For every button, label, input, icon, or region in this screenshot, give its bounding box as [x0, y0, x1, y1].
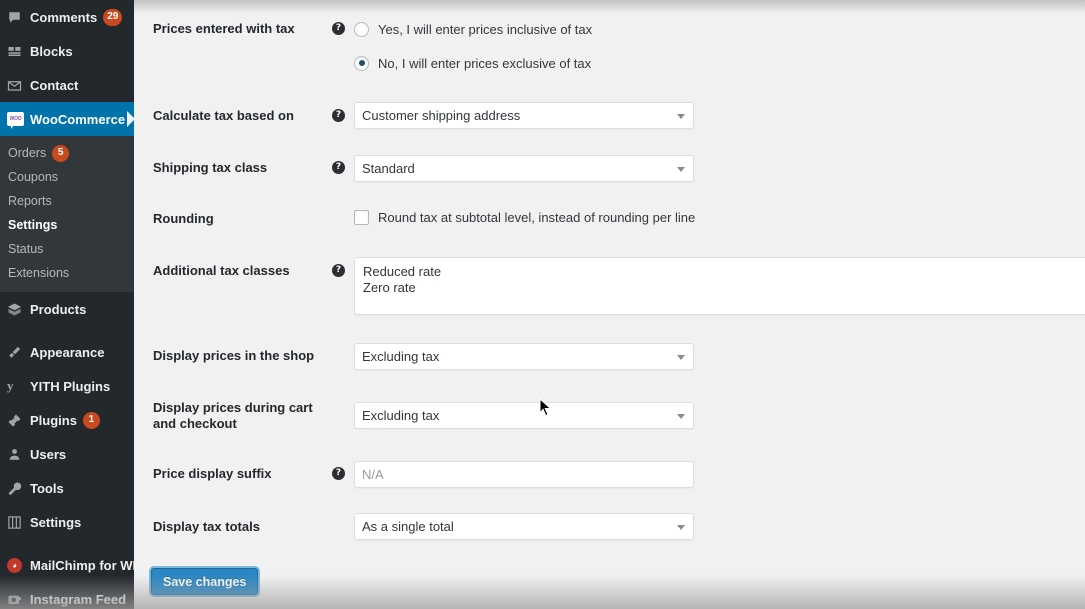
wordpress-admin-screen: Comments 29 Blocks Contact WOO WooCommer… — [0, 0, 1085, 609]
comments-count-badge: 29 — [103, 8, 123, 26]
orders-count-badge: 5 — [52, 144, 70, 162]
radio-prices-exclusive[interactable]: No, I will enter prices exclusive of tax — [354, 53, 592, 73]
prices-entered-radio-group: Yes, I will enter prices inclusive of ta… — [354, 19, 592, 73]
sidebar-item-appearance[interactable]: Appearance — [0, 335, 134, 369]
woocommerce-submenu: Orders 5 Coupons Reports Settings Status… — [0, 136, 134, 292]
price-display-suffix-input[interactable] — [354, 461, 694, 488]
wrench-icon — [7, 481, 29, 496]
menu-separator — [0, 326, 134, 335]
user-icon — [7, 447, 29, 462]
sidebar-subitem-orders[interactable]: Orders 5 — [0, 141, 134, 165]
row-label: Prices entered with tax — [153, 21, 295, 36]
sidebar-subitem-status[interactable]: Status — [0, 237, 134, 261]
mailchimp-icon: ◕ — [7, 557, 29, 573]
row-label: Additional tax classes — [153, 263, 290, 278]
plug-icon — [7, 413, 29, 428]
sidebar-item-label: Settings — [30, 514, 82, 530]
menu-separator — [0, 539, 134, 548]
sidebar-subitem-label: Status — [8, 242, 44, 256]
sidebar-item-users[interactable]: Users — [0, 437, 134, 471]
sidebar-item-products[interactable]: Products — [0, 292, 134, 326]
help-icon[interactable]: ? — [332, 22, 345, 35]
sidebar-item-contact[interactable]: Contact — [0, 68, 134, 102]
rounding-checkbox[interactable] — [354, 210, 369, 225]
woocommerce-icon: WOO — [7, 112, 29, 129]
row-label: Display prices during cart and checkout — [153, 400, 313, 431]
additional-tax-classes-textarea[interactable]: Reduced rate Zero rate — [354, 257, 1085, 315]
sidebar-item-label: Comments — [30, 9, 98, 25]
mailchimp-monkey-glyph: ◕ — [7, 557, 22, 573]
help-icon[interactable]: ? — [332, 264, 345, 277]
shipping-tax-class-select[interactable]: Standard — [354, 155, 694, 182]
save-changes-button[interactable]: Save changes — [151, 568, 259, 595]
sidebar-item-label: MailChimp for WP — [30, 557, 134, 573]
sidebar-subitem-extensions[interactable]: Extensions — [0, 261, 134, 285]
display-prices-in-shop-select[interactable]: Excluding tax — [354, 343, 694, 370]
camera-icon — [7, 592, 29, 607]
comments-icon — [7, 10, 29, 25]
sidebar-item-label: Plugins — [30, 412, 77, 428]
radio-indicator[interactable] — [354, 21, 369, 37]
radio-label: No, I will enter prices exclusive of tax — [378, 55, 592, 71]
sidebar-subitem-reports[interactable]: Reports — [0, 189, 134, 213]
sidebar-item-settings[interactable]: Settings — [0, 505, 134, 539]
sidebar-item-comments[interactable]: Comments 29 — [0, 0, 134, 34]
help-icon[interactable]: ? — [332, 109, 345, 122]
rounding-checkbox-wrapper[interactable]: Round tax at subtotal level, instead of … — [354, 210, 695, 225]
sidebar-item-label: Users — [30, 446, 67, 462]
sidebar-subitem-coupons[interactable]: Coupons — [0, 165, 134, 189]
sidebar-subitem-label: Reports — [8, 194, 52, 208]
row-label: Display tax totals — [153, 519, 260, 534]
rounding-checkbox-label: Round tax at subtotal level, instead of … — [378, 210, 696, 225]
sidebar-item-label: Products — [30, 301, 87, 317]
blocks-icon — [7, 44, 29, 59]
sidebar-item-yith-plugins[interactable]: y YITH Plugins — [0, 369, 134, 403]
tax-options-form: Prices entered with tax ? Yes, I will en… — [134, 0, 1085, 609]
row-label: Calculate tax based on — [153, 108, 294, 123]
settings-sliders-icon — [7, 515, 29, 530]
sidebar-item-tools[interactable]: Tools — [0, 471, 134, 505]
sidebar-subitem-label: Coupons — [8, 170, 59, 184]
sidebar-subitem-label: Extensions — [8, 266, 70, 280]
help-icon[interactable]: ? — [332, 161, 345, 174]
radio-label: Yes, I will enter prices inclusive of ta… — [378, 21, 593, 37]
sidebar-item-label: Appearance — [30, 344, 105, 360]
woo-mark: WOO — [7, 112, 24, 129]
paintbrush-icon — [7, 345, 29, 360]
sidebar-item-instagram-feed[interactable]: Instagram Feed — [0, 582, 134, 609]
calculate-tax-based-on-select[interactable]: Customer shipping address — [354, 102, 694, 129]
sidebar-item-mailchimp-for-wp[interactable]: ◕ MailChimp for WP — [0, 548, 134, 582]
sidebar-subitem-label: Orders — [8, 146, 47, 160]
admin-sidebar: Comments 29 Blocks Contact WOO WooCommer… — [0, 0, 134, 609]
sidebar-item-woocommerce[interactable]: WOO WooCommerce — [0, 102, 134, 136]
row-label: Rounding — [153, 211, 214, 226]
sidebar-item-plugins[interactable]: Plugins 1 — [0, 403, 134, 437]
products-box-icon — [7, 302, 29, 317]
sidebar-subitem-settings[interactable]: Settings — [0, 213, 134, 237]
display-prices-cart-checkout-select[interactable]: Excluding tax — [354, 402, 694, 429]
row-label: Price display suffix — [153, 466, 272, 481]
help-icon[interactable]: ? — [332, 467, 345, 480]
plugins-count-badge: 1 — [82, 411, 100, 429]
envelope-icon — [7, 78, 29, 93]
sidebar-item-label: Contact — [30, 77, 79, 93]
radio-prices-inclusive[interactable]: Yes, I will enter prices inclusive of ta… — [354, 19, 592, 39]
sidebar-item-label: Instagram Feed — [30, 591, 127, 607]
sidebar-item-blocks[interactable]: Blocks — [0, 34, 134, 68]
sidebar-item-label: Tools — [30, 480, 64, 496]
sidebar-item-label: Blocks — [30, 43, 73, 59]
sidebar-subitem-label: Settings — [8, 218, 58, 232]
display-tax-totals-select[interactable]: As a single total — [354, 513, 694, 540]
radio-indicator[interactable] — [354, 55, 369, 71]
yith-icon: y — [7, 378, 14, 393]
row-label: Display prices in the shop — [153, 348, 315, 363]
sidebar-item-label: YITH Plugins — [30, 378, 111, 394]
sidebar-item-label: WooCommerce — [30, 111, 126, 127]
row-label: Shipping tax class — [153, 160, 268, 175]
